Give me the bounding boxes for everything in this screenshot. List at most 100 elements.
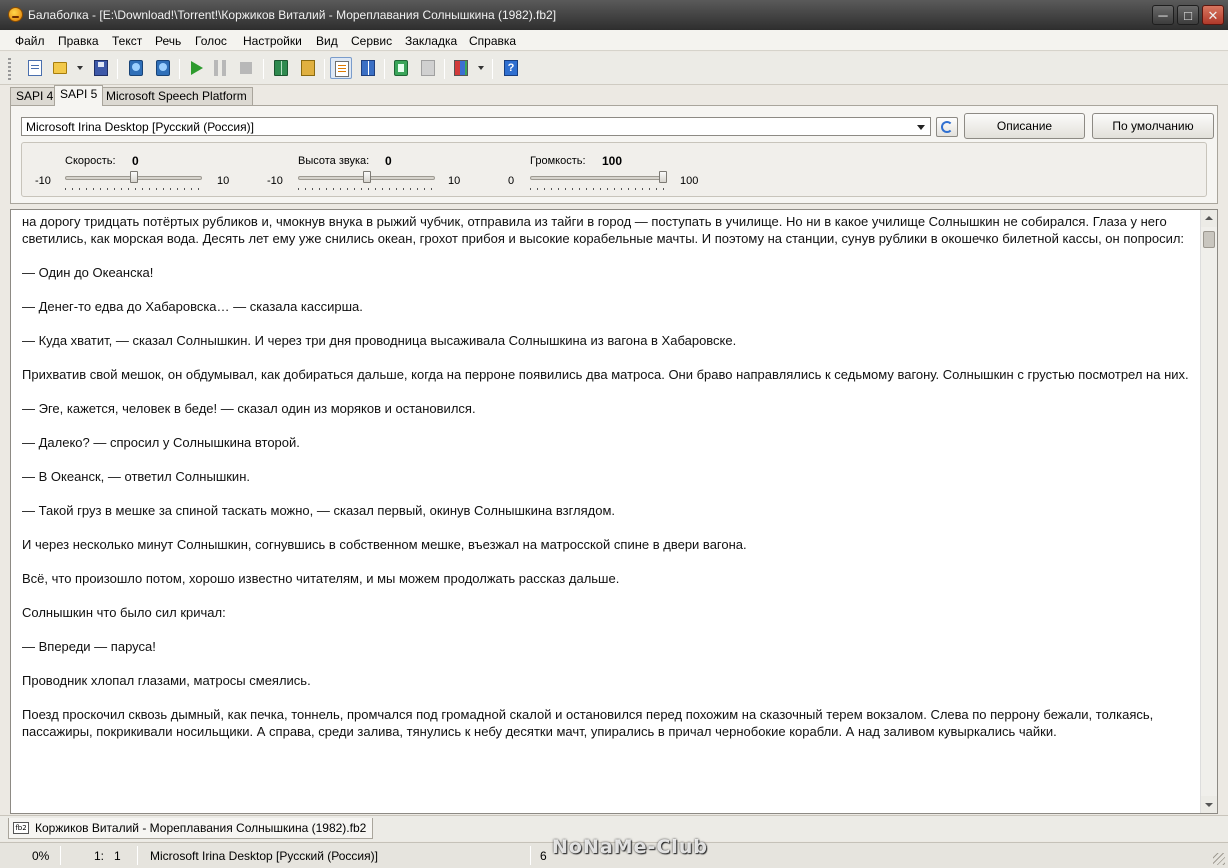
voice-select[interactable]: Microsoft Irina Desktop [Русский (Россия… <box>21 117 931 136</box>
slider-group: Скорость: 0 -10 10 Высота звука: 0 -10 1… <box>21 142 1207 197</box>
fb2-file-icon: fb2 <box>13 822 29 834</box>
file-tab[interactable]: fb2 Коржиков Виталий - Мореплавания Солн… <box>8 818 374 839</box>
paragraph: — В Океанск, — ответил Солнышкин. <box>22 469 250 484</box>
stop-button[interactable] <box>236 57 258 79</box>
scrollbar-thumb[interactable] <box>1203 231 1215 248</box>
volume-slider-track[interactable] <box>530 176 667 180</box>
toolbar-grip[interactable] <box>8 58 11 80</box>
menu-text[interactable]: Текст <box>112 34 142 48</box>
volume-slider-thumb[interactable] <box>659 171 667 183</box>
toolbar-separator <box>324 59 325 79</box>
menu-edit[interactable]: Правка <box>58 34 99 48</box>
volume-slider-ticks <box>530 188 667 190</box>
book-reader-button[interactable] <box>357 57 379 79</box>
help-icon: ? <box>504 60 518 76</box>
status-separator <box>137 846 138 865</box>
paragraph: — Такой груз в мешке за спиной таскать м… <box>22 503 616 518</box>
describe-button[interactable]: Описание <box>964 113 1085 139</box>
play-button[interactable] <box>185 57 207 79</box>
menu-file[interactable]: Файл <box>15 34 45 48</box>
pitch-min: -10 <box>267 175 283 187</box>
paragraph: Прихватив свой мешок, он обдумывал, как … <box>22 367 1189 382</box>
toolbar-separator <box>117 59 118 79</box>
color-button[interactable] <box>450 57 472 79</box>
menu-speech[interactable]: Речь <box>155 34 181 48</box>
status-extra: 6 <box>540 849 547 863</box>
status-voice: Microsoft Irina Desktop [Русский (Россия… <box>150 849 378 863</box>
clipboard-reader-button[interactable] <box>330 57 352 79</box>
application-window: Балаболка - [E:\Download!\Torrent!\Коржи… <box>0 0 1228 868</box>
document-text[interactable]: на дорогу тридцать потёртых рубликов и, … <box>22 213 1190 757</box>
scroll-down-icon[interactable] <box>1201 796 1217 813</box>
toolbar-separator <box>179 59 180 79</box>
paragraph: — Далеко? — спросил у Солнышкина второй. <box>22 435 300 450</box>
voice-panel: Microsoft Irina Desktop [Русский (Россия… <box>10 105 1218 204</box>
pitch-value: 0 <box>385 154 392 168</box>
text-editor[interactable]: на дорогу тридцать потёртых рубликов и, … <box>10 209 1218 814</box>
app-icon[interactable] <box>8 7 23 22</box>
menu-voice[interactable]: Голос <box>195 34 227 48</box>
open-button[interactable] <box>49 57 71 79</box>
tab-speech-platform[interactable]: Microsoft Speech Platform <box>100 87 253 105</box>
paragraph: — Один до Океанска! <box>22 265 154 280</box>
menu-bookmark[interactable]: Закладка <box>405 34 457 48</box>
new-document-button[interactable] <box>24 57 46 79</box>
maximize-button[interactable]: □ <box>1177 5 1199 25</box>
scroll-up-icon[interactable] <box>1201 210 1217 227</box>
paragraph: — Эге, кажется, человек в беде! — сказал… <box>22 401 476 416</box>
tab-sapi4[interactable]: SAPI 4 <box>10 87 60 105</box>
tab-sapi5[interactable]: SAPI 5 <box>54 85 104 106</box>
minimize-button[interactable]: ─ <box>1152 5 1174 25</box>
pitch-slider-ticks <box>298 188 435 190</box>
save-button[interactable] <box>90 57 112 79</box>
read-book-button[interactable] <box>270 57 292 79</box>
split-icon <box>394 60 408 76</box>
rate-slider-thumb[interactable] <box>129 171 138 183</box>
status-progress: 0% <box>32 849 50 863</box>
resize-grip-icon[interactable] <box>1213 853 1225 865</box>
pitch-slider-thumb[interactable] <box>362 171 371 183</box>
menu-settings[interactable]: Настройки <box>243 34 302 48</box>
refresh-icon <box>941 121 953 133</box>
menu-tools[interactable]: Сервис <box>351 34 392 48</box>
save-audio-button[interactable] <box>125 57 147 79</box>
disabled-button[interactable] <box>417 57 439 79</box>
pause-button[interactable] <box>210 57 232 79</box>
file-tab-label: Коржиков Виталий - Мореплавания Солнышки… <box>35 821 367 835</box>
volume-max: 100 <box>680 175 699 187</box>
pitch-label: Высота звука: <box>298 155 370 167</box>
close-button[interactable]: ✕ <box>1202 5 1224 25</box>
open-dropdown-icon[interactable] <box>77 66 83 70</box>
toolbar-separator <box>492 59 493 79</box>
help-button[interactable]: ? <box>500 57 522 79</box>
volume-min: 0 <box>508 175 515 187</box>
rate-value: 0 <box>132 154 139 168</box>
vertical-scrollbar[interactable] <box>1200 210 1217 813</box>
paragraph: И через несколько минут Солнышкин, согну… <box>22 537 747 552</box>
title-bar[interactable]: Балаболка - [E:\Download!\Torrent!\Коржи… <box>0 0 1228 30</box>
rate-max: 10 <box>217 175 230 187</box>
book-reader-icon <box>361 60 375 76</box>
toolbar: ? <box>0 52 1228 85</box>
convert-audio-button[interactable] <box>152 57 174 79</box>
default-button[interactable]: По умолчанию <box>1092 113 1214 139</box>
convert-audio-icon <box>156 60 170 76</box>
open-folder-icon <box>53 62 67 74</box>
menu-view[interactable]: Вид <box>316 34 338 48</box>
refresh-voices-button[interactable] <box>936 117 958 137</box>
toolbar-separator <box>384 59 385 79</box>
watermark: NoNaMe-Club <box>552 836 708 858</box>
split-button[interactable] <box>390 57 412 79</box>
menu-help[interactable]: Справка <box>469 34 516 48</box>
clipboard-reader-icon <box>335 61 349 77</box>
library-button[interactable] <box>297 57 319 79</box>
voice-select-value: Microsoft Irina Desktop [Русский (Россия… <box>26 120 254 134</box>
status-separator <box>530 846 531 865</box>
toolbar-separator <box>263 59 264 79</box>
pause-icon <box>214 60 226 76</box>
paragraph: на дорогу тридцать потёртых рубликов и, … <box>22 214 1185 246</box>
chevron-down-icon[interactable] <box>914 119 928 134</box>
paragraph: Поезд проскочил сквозь дымный, как печка… <box>22 707 1154 739</box>
color-dropdown-icon[interactable] <box>478 66 484 70</box>
paragraph: Всё, что произошло потом, хорошо известн… <box>22 571 620 586</box>
